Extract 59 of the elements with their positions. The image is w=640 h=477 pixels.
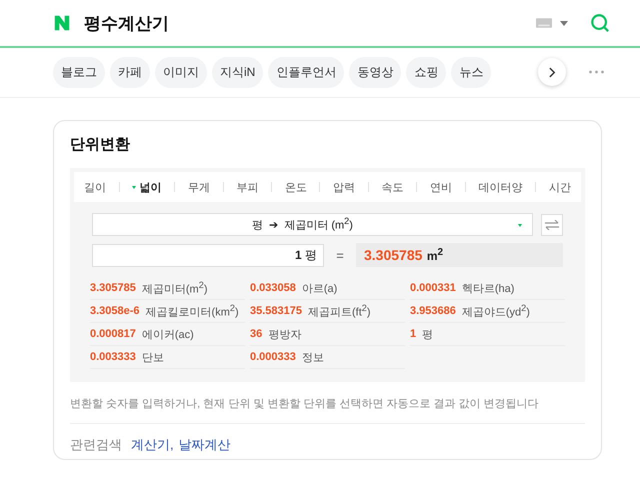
caret-icon[interactable]	[560, 20, 568, 26]
unit-name: 정보	[302, 350, 324, 364]
category-chip[interactable]: 인플루언서	[268, 57, 344, 88]
category-chip[interactable]: 쇼핑	[406, 57, 446, 88]
result-number: 0.033058	[250, 282, 296, 294]
unit-tab[interactable]: 부피	[236, 180, 258, 194]
result-number: 3.3058e-6	[90, 305, 140, 317]
help-text: 변환할 숫자를 입력하거나, 현재 단위 및 변환할 단위를 선택하면 자동으로 결과 값이 변경됩니다	[70, 396, 585, 424]
related-link[interactable]: 날짜계산	[178, 436, 231, 454]
unit-name: 에이커(ac)	[142, 328, 194, 342]
unit-name: 단보	[142, 350, 164, 364]
swap-button[interactable]	[541, 214, 563, 236]
search-query[interactable]: 평수계산기	[84, 12, 169, 34]
unit-name: 제곱피트(ft$^{2}$)	[308, 302, 371, 320]
result-number: 36	[250, 328, 262, 340]
search-icon[interactable]	[590, 13, 610, 33]
unit-name: 평방자	[268, 328, 302, 342]
unit-name: 제곱미터(m$^{2}$)	[142, 280, 208, 296]
category-chip[interactable]: 블로그	[53, 57, 105, 88]
unit-name: 평	[422, 328, 434, 342]
swap-icon	[545, 220, 559, 230]
more-icon[interactable]	[589, 70, 604, 74]
unit-name: 제곱킬로미터(km$^{2}$)	[146, 302, 239, 320]
unit-tab[interactable]: 온도	[284, 180, 307, 194]
result-value: 3.305785 m$^{2}$	[356, 243, 563, 267]
unit-name: 아르(a)	[302, 282, 338, 296]
category-chip[interactable]: 뉴스	[451, 57, 492, 88]
unit-tab[interactable]: 속도	[382, 180, 404, 194]
unit-tab[interactable]: 시간	[548, 180, 571, 194]
category-chip[interactable]: 이미지	[155, 57, 207, 88]
result-number: 0.000331	[410, 282, 456, 294]
unit-tab[interactable]: 연비	[430, 180, 452, 194]
result-number: 1	[410, 328, 416, 340]
category-chip[interactable]: 동영상	[349, 57, 402, 88]
logo-icon[interactable]	[53, 14, 71, 32]
chevron-right-icon	[548, 66, 556, 78]
unit-tab[interactable]: 압력	[333, 180, 356, 194]
card-title: 단위변환	[70, 135, 131, 154]
result-number: 3.953686	[410, 305, 456, 317]
result-number: 0.003333	[90, 351, 136, 363]
related-label: 관련검색	[70, 436, 122, 454]
unit-select[interactable]: 평 ➔ 제곱미터 (m$^{2}$)	[92, 213, 533, 236]
result-number: 0.000817	[90, 328, 136, 340]
result-number: 35.583175	[250, 305, 302, 317]
result-number: 0.000333	[250, 351, 296, 363]
keyboard-icon[interactable]	[536, 18, 552, 28]
unit-name: 헥타르(ha)	[462, 282, 514, 296]
unit-name: 제곱야드(yd$^{2}$)	[462, 302, 530, 320]
unit-tab[interactable]: 무게	[188, 180, 210, 194]
unit-tab[interactable]: 넓이	[132, 180, 162, 194]
result-number: 3.305785	[90, 282, 136, 294]
value-input[interactable]: 1 평	[92, 244, 324, 266]
next-button[interactable]	[538, 58, 566, 86]
category-chip[interactable]: 지식iN	[212, 57, 264, 88]
unit-tab[interactable]: 데이터양	[478, 180, 522, 194]
equals-sign: =	[335, 248, 345, 262]
related-link[interactable]: 계산기,	[131, 436, 174, 454]
category-chip[interactable]: 카페	[110, 57, 150, 88]
unit-tab[interactable]: 길이	[84, 180, 106, 194]
